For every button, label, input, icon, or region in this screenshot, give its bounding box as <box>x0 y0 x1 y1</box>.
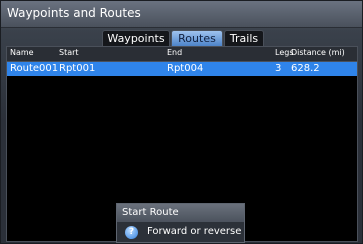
route-legs: 3 <box>275 63 282 74</box>
column-header-distance[interactable]: Distance (mi) <box>291 48 345 57</box>
popup-title: Start Route <box>122 207 179 218</box>
waypoints-routes-window: Waypoints and Routes Waypoints Routes Tr… <box>0 0 363 244</box>
window-title-bar: Waypoints and Routes <box>1 1 362 28</box>
route-name: Route001 <box>10 63 59 74</box>
start-route-popup: Start Route ? Forward or reverse <box>116 203 245 243</box>
table-row[interactable]: Route001 Rpt001 Rpt004 3 628.2 <box>7 62 357 76</box>
popup-title-bar: Start Route <box>117 204 244 222</box>
question-icon: ? <box>125 226 138 239</box>
route-start: Rpt001 <box>59 63 96 74</box>
tab-routes[interactable]: Routes <box>171 30 223 46</box>
tab-trails[interactable]: Trails <box>224 30 264 46</box>
popup-item-label: Forward or reverse <box>147 226 242 237</box>
column-header-row: Name Start End Legs Distance (mi) <box>7 47 357 62</box>
column-header-name[interactable]: Name <box>10 48 34 57</box>
route-distance: 628.2 <box>291 63 320 74</box>
window-title: Waypoints and Routes <box>7 6 141 20</box>
route-end: Rpt004 <box>167 63 204 74</box>
tab-waypoints[interactable]: Waypoints <box>102 30 170 46</box>
column-header-end[interactable]: End <box>167 48 182 57</box>
popup-item-forward-reverse[interactable]: ? Forward or reverse <box>117 223 244 243</box>
column-header-start[interactable]: Start <box>59 48 79 57</box>
